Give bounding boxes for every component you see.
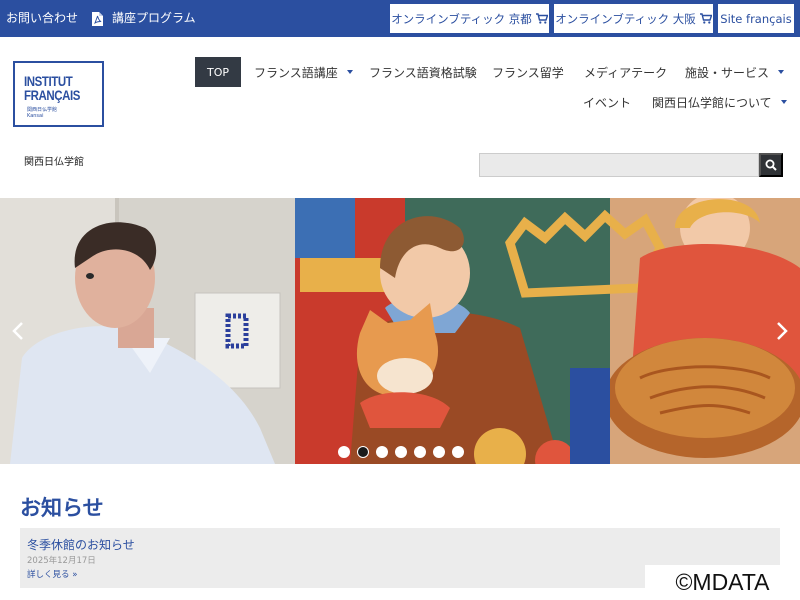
shop-kyoto-label: オンラインブティック 京都	[391, 11, 532, 26]
cart-icon	[535, 13, 548, 24]
carousel-next-button[interactable]	[772, 320, 792, 342]
carousel-dot[interactable]	[376, 446, 388, 458]
news-item-more-link[interactable]: 詳しく見る »	[27, 568, 77, 580]
watermark: ©MDATA	[645, 565, 800, 600]
logo-line-2: FRANÇAIS	[24, 87, 81, 103]
program-link-label: 講座プログラム	[112, 11, 196, 25]
nav-about-label: 関西日仏学館について	[652, 95, 772, 110]
logo-sub-1: 関西日仏学館	[27, 107, 58, 113]
search-input[interactable]	[479, 153, 759, 177]
nav-mediatheque[interactable]: メディアテーク	[584, 57, 667, 87]
hero-slide-image	[0, 198, 800, 464]
hero-carousel[interactable]	[0, 198, 800, 464]
nav-about[interactable]: 関西日仏学館について	[652, 87, 787, 117]
nav-exams[interactable]: フランス語資格試験	[369, 57, 477, 87]
news-item-date: 2025年12月17日	[27, 556, 96, 566]
carousel-prev-button[interactable]	[8, 320, 28, 342]
site-francais-button[interactable]: Site français	[717, 3, 795, 34]
cart-icon	[699, 13, 712, 24]
nav-facilities-label: 施設・サービス	[685, 65, 770, 80]
logo-line-1: INSTITUT	[24, 73, 73, 89]
logo-sub-2: Kansai	[27, 113, 44, 119]
shop-osaka-label: オンラインブティック 大阪	[555, 11, 696, 26]
carousel-dot-active[interactable]	[357, 446, 369, 458]
chevron-right-icon	[777, 322, 788, 340]
caret-down-icon	[346, 70, 353, 74]
nav-facilities[interactable]: 施設・サービス	[685, 57, 785, 87]
search-button[interactable]	[759, 153, 783, 177]
search-icon	[765, 159, 777, 171]
nav-events[interactable]: イベント	[583, 87, 631, 117]
pdf-icon	[92, 11, 103, 26]
carousel-dot[interactable]	[395, 446, 407, 458]
carousel-dots	[338, 446, 464, 458]
news-item-title[interactable]: 冬季休館のお知らせ	[27, 536, 135, 553]
top-utility-bar: お問い合わせ 講座プログラム オンラインブティック 京都 オンラインブティック …	[0, 0, 800, 37]
news-heading: お知らせ	[20, 496, 104, 520]
carousel-dot[interactable]	[338, 446, 350, 458]
chevron-left-icon	[12, 322, 23, 340]
contact-link[interactable]: お問い合わせ	[6, 0, 78, 37]
carousel-dot[interactable]	[452, 446, 464, 458]
carousel-dot[interactable]	[414, 446, 426, 458]
carousel-dot[interactable]	[433, 446, 445, 458]
nav-study[interactable]: フランス留学	[492, 57, 564, 87]
caret-down-icon	[780, 100, 787, 104]
institut-logo[interactable]: INSTITUT FRANÇAIS 関西日仏学館 Kansai	[13, 61, 104, 127]
nav-courses[interactable]: フランス語講座	[254, 57, 353, 87]
program-pdf-link[interactable]: 講座プログラム	[92, 0, 196, 37]
nav-courses-label: フランス語講座	[254, 65, 338, 80]
nav-top[interactable]: TOP	[195, 57, 241, 87]
shop-kyoto-button[interactable]: オンラインブティック 京都	[389, 3, 550, 34]
shop-osaka-button[interactable]: オンラインブティック 大阪	[553, 3, 714, 34]
caret-down-icon	[778, 70, 785, 74]
site-subtitle: 関西日仏学館	[24, 157, 84, 168]
